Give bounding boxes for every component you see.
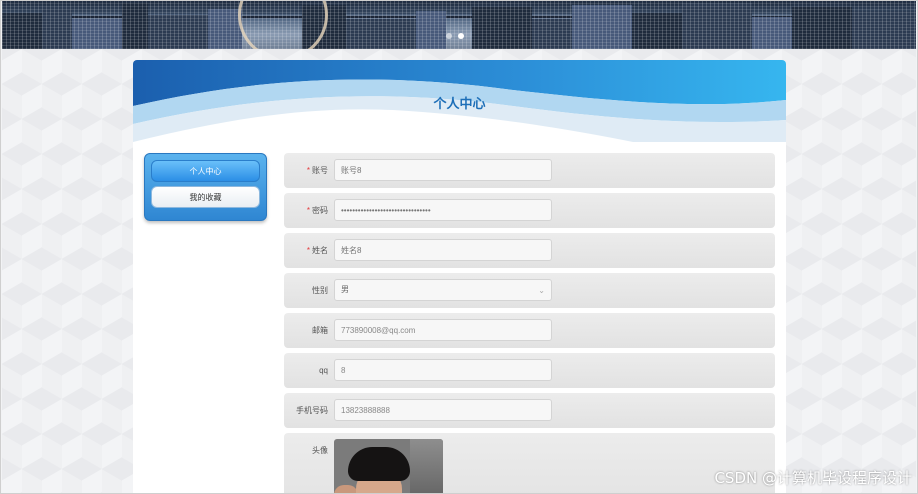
avatar-upload[interactable] — [334, 439, 443, 494]
carousel-dot-active[interactable] — [458, 33, 464, 39]
name-input[interactable] — [334, 239, 552, 261]
carousel-indicators — [446, 33, 464, 39]
form-row-account: * 账号 — [284, 153, 775, 188]
required-mark: * — [306, 166, 310, 175]
phone-input[interactable] — [334, 399, 552, 421]
gender-label: 性别 — [312, 286, 328, 295]
gender-selected-value: 男 — [341, 285, 349, 294]
form-row-password: * 密码 — [284, 193, 775, 228]
password-label-text: 密码 — [312, 206, 328, 215]
name-label: * 姓名 — [284, 233, 328, 268]
form-row-name: * 姓名 — [284, 233, 775, 268]
qq-input[interactable] — [334, 359, 552, 381]
account-label: * 账号 — [284, 153, 328, 188]
account-label-text: 账号 — [312, 166, 328, 175]
account-input[interactable] — [334, 159, 552, 181]
name-label-text: 姓名 — [312, 246, 328, 255]
sidebar-item-profile[interactable]: 个人中心 — [151, 160, 260, 182]
phone-label: 手机号码 — [296, 406, 328, 415]
avatar-label: 头像 — [312, 446, 328, 455]
banner-carousel[interactable] — [2, 0, 916, 49]
profile-form: *账号 *密码 *姓名 性别 男 ⌄ 邮箱 qq 手机号码 头像 — [284, 153, 775, 494]
sidebar-menu: 个人中心 我的收藏 — [144, 153, 267, 221]
form-row-email: 邮箱 — [284, 313, 775, 348]
email-input[interactable] — [334, 319, 552, 341]
form-row-qq: qq — [284, 353, 775, 388]
banner-windows — [2, 0, 916, 49]
password-label: * 密码 — [284, 193, 328, 228]
form-row-phone: 手机号码 — [284, 393, 775, 428]
form-row-avatar: 头像 — [284, 433, 775, 494]
avatar-photo-background — [410, 439, 443, 494]
required-mark: * — [306, 206, 310, 215]
avatar-photo-hair — [348, 447, 410, 481]
sidebar-item-favorites[interactable]: 我的收藏 — [151, 186, 260, 208]
watermark: CSDN @计算机毕设程序设计 — [714, 469, 912, 487]
page-title: 个人中心 — [433, 96, 486, 111]
chevron-down-icon: ⌄ — [538, 286, 545, 295]
gender-select[interactable]: 男 ⌄ — [334, 279, 552, 301]
qq-label: qq — [319, 366, 328, 375]
carousel-dot[interactable] — [446, 33, 452, 39]
form-row-gender: 性别 男 ⌄ — [284, 273, 775, 308]
email-label: 邮箱 — [312, 326, 328, 335]
card-header: 个人中心 — [133, 60, 786, 142]
required-mark: * — [306, 246, 310, 255]
avatar-photo-hand — [334, 485, 358, 494]
banner-bridge-arc — [238, 0, 328, 49]
password-input[interactable] — [334, 199, 552, 221]
